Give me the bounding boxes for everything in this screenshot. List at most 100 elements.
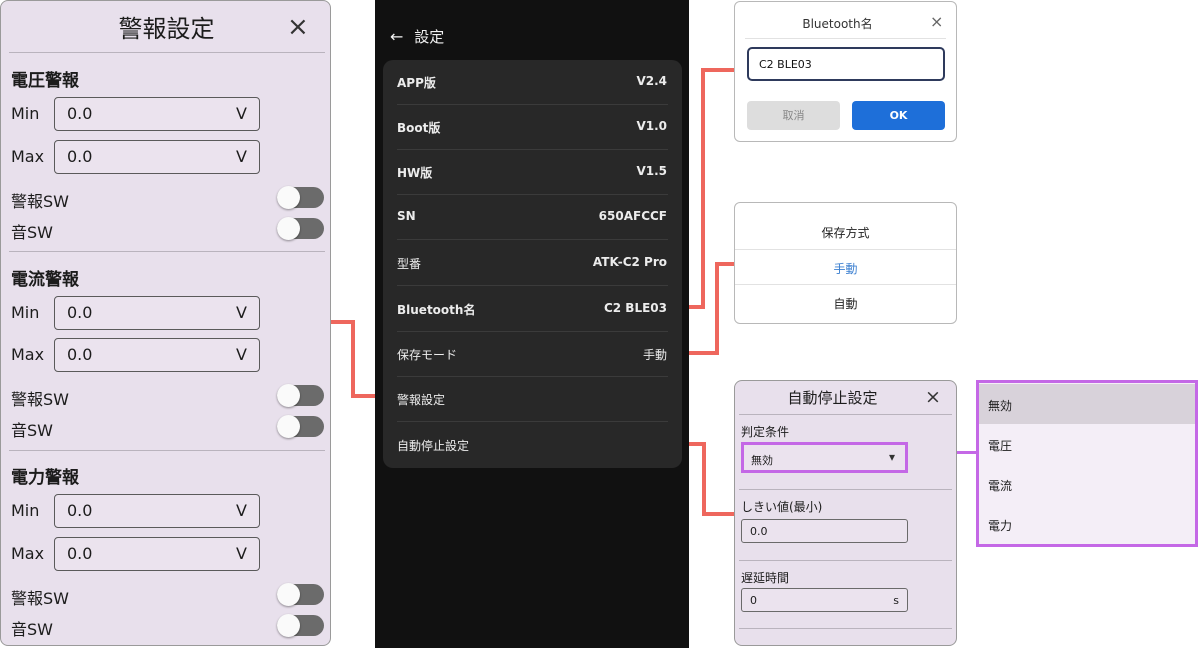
save-option-manual[interactable]: 手動: [735, 260, 956, 277]
connector-bluetooth: [701, 68, 734, 72]
current-sound-toggle[interactable]: [277, 415, 324, 438]
dialog-title: 保存方式: [821, 226, 870, 240]
current-max-field[interactable]: 0.0 V: [54, 338, 260, 372]
chevron-down-icon: ▾: [888, 450, 895, 464]
dialog-title: Bluetooth名: [802, 17, 873, 31]
close-icon[interactable]: ×: [925, 386, 941, 408]
settings-row-auto-stop[interactable]: 自動停止設定: [383, 423, 682, 468]
option-voltage[interactable]: 電圧: [979, 424, 1195, 464]
option-current[interactable]: 電流: [979, 464, 1195, 504]
max-label: Max: [11, 345, 45, 364]
settings-header: ← 設定: [390, 26, 444, 47]
divider: [739, 628, 952, 629]
voltage-max-field[interactable]: 0.0 V: [54, 140, 260, 174]
toggle-knob: [277, 614, 300, 637]
bluetooth-name-input[interactable]: C2 BLE03: [747, 47, 945, 81]
divider: [9, 251, 325, 252]
save-mode-dialog: 保存方式 手動 自動: [734, 202, 957, 324]
alarm-settings-title: 警報設定: [118, 15, 215, 43]
row-label: 自動停止設定: [397, 439, 470, 453]
settings-row-alarm-settings[interactable]: 警報設定: [383, 377, 682, 422]
toggle-knob: [277, 217, 300, 240]
field-unit: V: [236, 147, 247, 166]
divider: [745, 38, 946, 39]
option-disabled[interactable]: 無効: [979, 384, 1195, 424]
alarm-sw-label: 警報SW: [11, 589, 69, 608]
condition-dropdown-list: 無効 電圧 電流 電力: [976, 380, 1198, 547]
max-label: Max: [11, 544, 45, 563]
divider: [739, 489, 952, 490]
divider: [739, 414, 952, 415]
min-label: Min: [11, 303, 40, 322]
row-label: 型番: [397, 257, 422, 271]
row-value: V2.4: [636, 74, 667, 88]
field-value: 0.0: [67, 501, 93, 520]
section-title-current: 電流警報: [11, 270, 79, 290]
connector-save: [715, 262, 719, 355]
toggle-knob: [277, 415, 300, 438]
input-value: C2 BLE03: [759, 58, 812, 71]
settings-row-hw-version: HW版 V1.5: [383, 150, 682, 195]
row-value: 650AFCCF: [598, 209, 667, 223]
select-value: 無効: [751, 454, 773, 467]
field-unit: V: [236, 303, 247, 322]
current-alarm-toggle[interactable]: [277, 384, 324, 407]
alarm-sw-label: 警報SW: [11, 192, 69, 211]
ok-button[interactable]: OK: [852, 101, 945, 130]
condition-label: 判定条件: [741, 425, 790, 439]
power-sound-toggle[interactable]: [277, 614, 324, 637]
settings-title: 設定: [414, 28, 445, 46]
condition-select[interactable]: 無効 ▾: [741, 442, 908, 473]
connector-autostop: [702, 512, 734, 516]
max-label: Max: [11, 147, 45, 166]
row-label: APP版: [397, 76, 436, 90]
toggle-knob: [277, 384, 300, 407]
section-title-voltage: 電圧警報: [11, 71, 79, 91]
current-min-field[interactable]: 0.0 V: [54, 296, 260, 330]
row-label: 保存モード: [397, 348, 458, 362]
power-max-field[interactable]: 0.0 V: [54, 537, 260, 571]
close-icon[interactable]: ×: [287, 14, 309, 40]
save-option-auto[interactable]: 自動: [735, 295, 956, 312]
auto-stop-panel: 自動停止設定 × 判定条件 無効 ▾ しきい値(最小) 0.0 遅延時間 0 s: [734, 380, 957, 646]
sound-sw-label: 音SW: [11, 620, 53, 639]
section-title-power: 電力警報: [11, 468, 79, 488]
field-unit: V: [236, 544, 247, 563]
sound-sw-label: 音SW: [11, 421, 53, 440]
connector-save: [715, 262, 734, 266]
option-label: 電流: [988, 479, 1013, 493]
connector-bluetooth: [701, 68, 705, 309]
voltage-alarm-toggle[interactable]: [277, 186, 324, 209]
settings-row-bluetooth-name[interactable]: Bluetooth名 C2 BLE03: [383, 287, 682, 332]
divider: [9, 450, 325, 451]
divider: [9, 52, 325, 53]
delay-field[interactable]: 0 s: [741, 588, 908, 612]
connector-autostop: [702, 442, 706, 516]
row-label: Boot版: [397, 121, 441, 135]
divider: [735, 249, 956, 250]
toggle-knob: [277, 186, 300, 209]
power-min-field[interactable]: 0.0 V: [54, 494, 260, 528]
threshold-label: しきい値(最小): [741, 500, 823, 514]
row-label: HW版: [397, 166, 433, 180]
delay-label: 遅延時間: [741, 571, 790, 585]
toggle-knob: [277, 583, 300, 606]
threshold-field[interactable]: 0.0: [741, 519, 908, 543]
row-label: SN: [397, 209, 416, 223]
option-power[interactable]: 電力: [979, 504, 1195, 544]
field-unit: V: [236, 104, 247, 123]
cancel-button[interactable]: 取消: [747, 101, 840, 130]
divider: [735, 284, 956, 285]
settings-row-model: 型番 ATK-C2 Pro: [383, 241, 682, 286]
back-arrow-icon[interactable]: ←: [390, 27, 403, 46]
settings-row-save-mode[interactable]: 保存モード 手動: [383, 332, 682, 377]
voltage-min-field[interactable]: 0.0 V: [54, 97, 260, 131]
alarm-settings-panel: 警報設定 × 電圧警報 Min 0.0 V Max 0.0 V 警報SW 音SW…: [0, 0, 331, 646]
auto-stop-title: 自動停止設定: [787, 389, 878, 407]
alarm-sw-label: 警報SW: [11, 390, 69, 409]
voltage-sound-toggle[interactable]: [277, 217, 324, 240]
settings-row-sn: SN 650AFCCF: [383, 195, 682, 240]
power-alarm-toggle[interactable]: [277, 583, 324, 606]
close-icon[interactable]: ×: [930, 12, 943, 31]
bluetooth-name-dialog: Bluetooth名 × C2 BLE03 取消 OK: [734, 1, 957, 142]
